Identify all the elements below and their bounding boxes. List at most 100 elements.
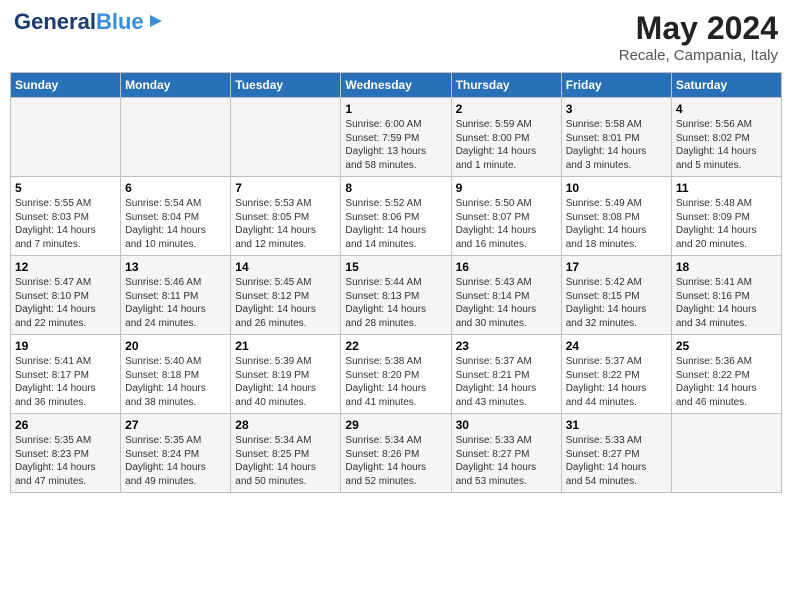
- day-info: Sunrise: 5:37 AM Sunset: 8:21 PM Dayligh…: [456, 355, 557, 409]
- weekday-header-cell: Thursday: [451, 73, 561, 98]
- day-info: Sunrise: 6:00 AM Sunset: 7:59 PM Dayligh…: [345, 118, 446, 172]
- day-info: Sunrise: 5:33 AM Sunset: 8:27 PM Dayligh…: [566, 434, 667, 488]
- weekday-header-cell: Friday: [561, 73, 671, 98]
- calendar-cell: 19 Sunrise: 5:41 AM Sunset: 8:17 PM Dayli…: [11, 335, 121, 414]
- day-number: 31: [566, 418, 667, 432]
- day-number: 27: [125, 418, 226, 432]
- calendar-cell: 22 Sunrise: 5:38 AM Sunset: 8:20 PM Dayli…: [341, 335, 451, 414]
- calendar-cell: 28 Sunrise: 5:34 AM Sunset: 8:25 PM Dayli…: [231, 414, 341, 493]
- calendar-cell: 23 Sunrise: 5:37 AM Sunset: 8:21 PM Dayli…: [451, 335, 561, 414]
- calendar-week-row: 12Sunrise: 5:47 AM Sunset: 8:10 PM Dayli…: [11, 256, 782, 335]
- calendar-cell: 29 Sunrise: 5:34 AM Sunset: 8:26 PM Dayli…: [341, 414, 451, 493]
- day-number: 3: [566, 102, 667, 116]
- day-number: 19: [15, 339, 116, 353]
- day-number: 13: [125, 260, 226, 274]
- day-number: 14: [235, 260, 336, 274]
- day-info: Sunrise: 5:58 AM Sunset: 8:01 PM Dayligh…: [566, 118, 667, 172]
- calendar-week-row: 5Sunrise: 5:55 AM Sunset: 8:03 PM Daylig…: [11, 177, 782, 256]
- logo: GeneralBlue: [14, 10, 166, 34]
- calendar-cell: 27 Sunrise: 5:35 AM Sunset: 8:24 PM Dayli…: [121, 414, 231, 493]
- calendar-cell: [11, 98, 121, 177]
- day-number: 6: [125, 181, 226, 195]
- day-number: 22: [345, 339, 446, 353]
- calendar-cell: 25Sunrise: 5:36 AM Sunset: 8:22 PM Dayli…: [671, 335, 781, 414]
- calendar-cell: 7Sunrise: 5:53 AM Sunset: 8:05 PM Daylig…: [231, 177, 341, 256]
- day-info: Sunrise: 5:55 AM Sunset: 8:03 PM Dayligh…: [15, 197, 116, 251]
- calendar-week-row: 26Sunrise: 5:35 AM Sunset: 8:23 PM Dayli…: [11, 414, 782, 493]
- logo-text: GeneralBlue: [14, 10, 144, 34]
- day-info: Sunrise: 5:56 AM Sunset: 8:02 PM Dayligh…: [676, 118, 777, 172]
- weekday-header-cell: Monday: [121, 73, 231, 98]
- calendar-cell: 10 Sunrise: 5:49 AM Sunset: 8:08 PM Dayli…: [561, 177, 671, 256]
- day-number: 11: [676, 181, 777, 195]
- calendar-cell: 26Sunrise: 5:35 AM Sunset: 8:23 PM Dayli…: [11, 414, 121, 493]
- calendar-cell: 11 Sunrise: 5:48 AM Sunset: 8:09 PM Dayli…: [671, 177, 781, 256]
- calendar-cell: [121, 98, 231, 177]
- calendar-cell: 21Sunrise: 5:39 AM Sunset: 8:19 PM Dayli…: [231, 335, 341, 414]
- day-number: 18: [676, 260, 777, 274]
- calendar-cell: 5Sunrise: 5:55 AM Sunset: 8:03 PM Daylig…: [11, 177, 121, 256]
- location-title: Recale, Campania, Italy: [619, 47, 778, 64]
- day-info: Sunrise: 5:52 AM Sunset: 8:06 PM Dayligh…: [345, 197, 446, 251]
- day-number: 4: [676, 102, 777, 116]
- calendar-cell: 24 Sunrise: 5:37 AM Sunset: 8:22 PM Dayli…: [561, 335, 671, 414]
- day-info: Sunrise: 5:38 AM Sunset: 8:20 PM Dayligh…: [345, 355, 446, 409]
- weekday-header-cell: Tuesday: [231, 73, 341, 98]
- calendar-cell: 31 Sunrise: 5:33 AM Sunset: 8:27 PM Dayli…: [561, 414, 671, 493]
- day-info: Sunrise: 5:36 AM Sunset: 8:22 PM Dayligh…: [676, 355, 777, 409]
- logo-arrow-icon: [146, 11, 166, 31]
- day-info: Sunrise: 5:48 AM Sunset: 8:09 PM Dayligh…: [676, 197, 777, 251]
- calendar-body: 1Sunrise: 6:00 AM Sunset: 7:59 PM Daylig…: [11, 98, 782, 493]
- calendar-cell: [231, 98, 341, 177]
- calendar-cell: 14 Sunrise: 5:45 AM Sunset: 8:12 PM Dayli…: [231, 256, 341, 335]
- day-number: 15: [345, 260, 446, 274]
- page-header: GeneralBlue May 2024 Recale, Campania, I…: [10, 10, 782, 64]
- day-number: 30: [456, 418, 557, 432]
- day-number: 8: [345, 181, 446, 195]
- calendar-cell: 2 Sunrise: 5:59 AM Sunset: 8:00 PM Daylig…: [451, 98, 561, 177]
- day-number: 12: [15, 260, 116, 274]
- day-info: Sunrise: 5:42 AM Sunset: 8:15 PM Dayligh…: [566, 276, 667, 330]
- calendar-cell: 18 Sunrise: 5:41 AM Sunset: 8:16 PM Dayli…: [671, 256, 781, 335]
- calendar-table: SundayMondayTuesdayWednesdayThursdayFrid…: [10, 72, 782, 493]
- calendar-cell: 13Sunrise: 5:46 AM Sunset: 8:11 PM Dayli…: [121, 256, 231, 335]
- calendar-cell: 4 Sunrise: 5:56 AM Sunset: 8:02 PM Daylig…: [671, 98, 781, 177]
- calendar-cell: 1Sunrise: 6:00 AM Sunset: 7:59 PM Daylig…: [341, 98, 451, 177]
- day-info: Sunrise: 5:34 AM Sunset: 8:26 PM Dayligh…: [345, 434, 446, 488]
- day-info: Sunrise: 5:44 AM Sunset: 8:13 PM Dayligh…: [345, 276, 446, 330]
- day-number: 28: [235, 418, 336, 432]
- calendar-cell: 15 Sunrise: 5:44 AM Sunset: 8:13 PM Dayli…: [341, 256, 451, 335]
- day-info: Sunrise: 5:45 AM Sunset: 8:12 PM Dayligh…: [235, 276, 336, 330]
- calendar-cell: 12Sunrise: 5:47 AM Sunset: 8:10 PM Dayli…: [11, 256, 121, 335]
- day-info: Sunrise: 5:53 AM Sunset: 8:05 PM Dayligh…: [235, 197, 336, 251]
- calendar-week-row: 19 Sunrise: 5:41 AM Sunset: 8:17 PM Dayli…: [11, 335, 782, 414]
- day-number: 10: [566, 181, 667, 195]
- day-number: 20: [125, 339, 226, 353]
- day-info: Sunrise: 5:37 AM Sunset: 8:22 PM Dayligh…: [566, 355, 667, 409]
- day-info: Sunrise: 5:35 AM Sunset: 8:23 PM Dayligh…: [15, 434, 116, 488]
- day-number: 17: [566, 260, 667, 274]
- month-title: May 2024: [619, 10, 778, 47]
- day-info: Sunrise: 5:49 AM Sunset: 8:08 PM Dayligh…: [566, 197, 667, 251]
- calendar-cell: 9 Sunrise: 5:50 AM Sunset: 8:07 PM Daylig…: [451, 177, 561, 256]
- day-info: Sunrise: 5:41 AM Sunset: 8:16 PM Dayligh…: [676, 276, 777, 330]
- day-number: 23: [456, 339, 557, 353]
- calendar-cell: 3 Sunrise: 5:58 AM Sunset: 8:01 PM Daylig…: [561, 98, 671, 177]
- calendar-cell: 8 Sunrise: 5:52 AM Sunset: 8:06 PM Daylig…: [341, 177, 451, 256]
- calendar-cell: 30Sunrise: 5:33 AM Sunset: 8:27 PM Dayli…: [451, 414, 561, 493]
- day-number: 24: [566, 339, 667, 353]
- day-info: Sunrise: 5:50 AM Sunset: 8:07 PM Dayligh…: [456, 197, 557, 251]
- calendar-cell: 6Sunrise: 5:54 AM Sunset: 8:04 PM Daylig…: [121, 177, 231, 256]
- day-number: 29: [345, 418, 446, 432]
- day-info: Sunrise: 5:35 AM Sunset: 8:24 PM Dayligh…: [125, 434, 226, 488]
- weekday-header-row: SundayMondayTuesdayWednesdayThursdayFrid…: [11, 73, 782, 98]
- day-info: Sunrise: 5:41 AM Sunset: 8:17 PM Dayligh…: [15, 355, 116, 409]
- calendar-cell: 17 Sunrise: 5:42 AM Sunset: 8:15 PM Dayli…: [561, 256, 671, 335]
- day-number: 16: [456, 260, 557, 274]
- day-info: Sunrise: 5:34 AM Sunset: 8:25 PM Dayligh…: [235, 434, 336, 488]
- weekday-header-cell: Saturday: [671, 73, 781, 98]
- day-number: 9: [456, 181, 557, 195]
- day-info: Sunrise: 5:59 AM Sunset: 8:00 PM Dayligh…: [456, 118, 557, 172]
- title-block: May 2024 Recale, Campania, Italy: [619, 10, 778, 64]
- day-number: 2: [456, 102, 557, 116]
